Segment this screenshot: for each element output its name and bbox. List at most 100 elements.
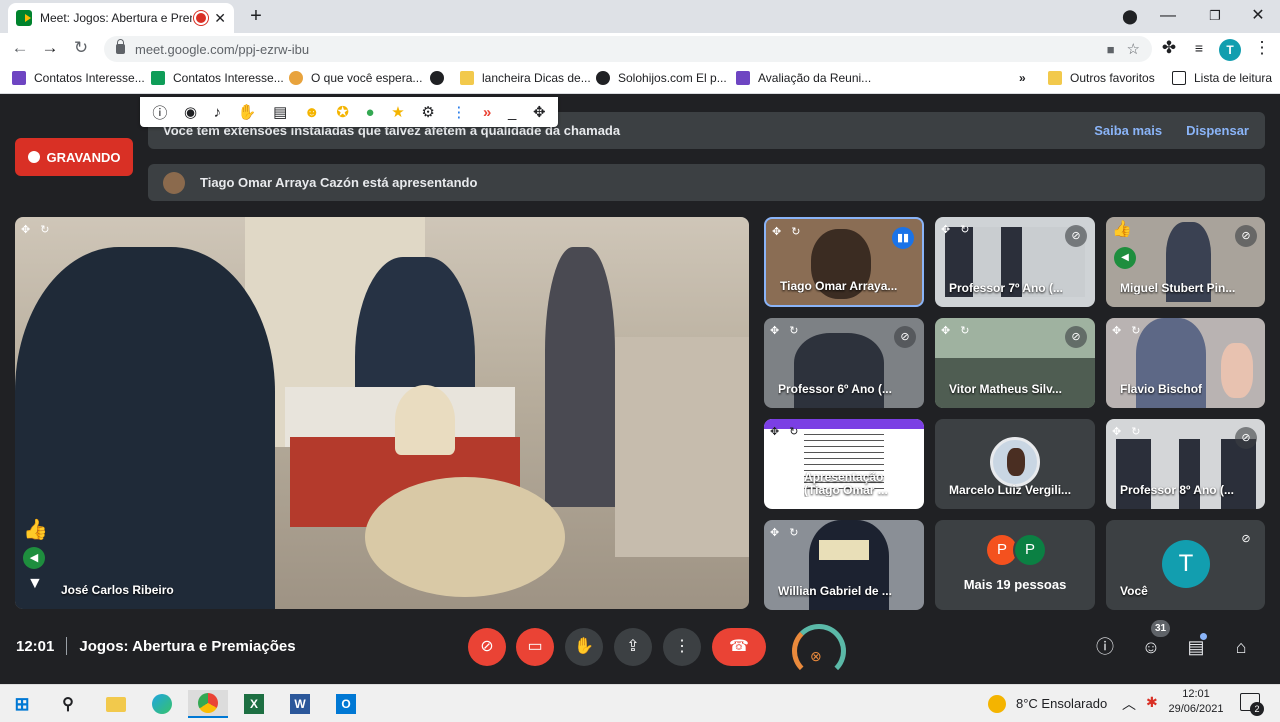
- learn-more-link[interactable]: Saiba mais: [1094, 123, 1162, 138]
- participant-tile[interactable]: ✥↻ ⊘ Vitor Matheus Silv...: [935, 318, 1095, 408]
- extensions-icon[interactable]: ✤: [1157, 36, 1181, 60]
- participant-tile[interactable]: ✥↻ Flavio Bischof: [1106, 318, 1265, 408]
- minimize-toolbar-icon[interactable]: _: [508, 104, 516, 121]
- chat-icon[interactable]: ●: [366, 104, 375, 121]
- participant-tile[interactable]: ✥↻ Willian Gabriel de ...: [764, 520, 924, 610]
- self-tile[interactable]: T ⊘ Você: [1106, 520, 1265, 610]
- meeting-details-icon[interactable]: ⓘ: [1092, 634, 1118, 660]
- mic-toggle-button[interactable]: ⊘: [468, 628, 506, 666]
- tile-controls-icon[interactable]: ✥↻: [1112, 324, 1150, 337]
- leave-call-button[interactable]: ☎: [712, 628, 766, 666]
- reload-icon[interactable]: ↻: [69, 36, 93, 60]
- participant-video: [1116, 439, 1256, 509]
- bookmark-item[interactable]: Solohijos.com El p...: [596, 71, 727, 85]
- clipboard-icon[interactable]: ▤: [273, 103, 287, 121]
- outlook-icon[interactable]: O: [326, 690, 366, 718]
- raise-hand-button[interactable]: ✋: [565, 628, 603, 666]
- tray-chevron-icon[interactable]: ︿: [1122, 694, 1136, 714]
- tile-controls-icon[interactable]: ✥↻: [770, 324, 808, 337]
- pin-icon[interactable]: ▼: [27, 575, 43, 593]
- participant-tile[interactable]: 👍 ◀ ⊘ Miguel Stubert Pin...: [1106, 217, 1265, 307]
- activities-icon[interactable]: ⌂: [1228, 634, 1254, 660]
- participant-tile[interactable]: ✥↻ ▮▮ Tiago Omar Arraya...: [764, 217, 924, 307]
- participant-avatar: P: [1015, 535, 1045, 565]
- network-gauge[interactable]: ⊗: [792, 624, 846, 678]
- excel-icon[interactable]: X: [234, 690, 274, 718]
- camera-icon[interactable]: ■: [1107, 42, 1115, 57]
- back-icon[interactable]: ←: [8, 36, 32, 60]
- start-icon[interactable]: ⊞: [2, 690, 42, 718]
- address-bar[interactable]: meet.google.com/ppj-ezrw-ibu ■ ☆: [104, 36, 1152, 62]
- chrome-icon[interactable]: [188, 690, 228, 718]
- bookmark-item[interactable]: O que você espera...: [289, 71, 422, 85]
- bookmark-item[interactable]: Avaliação da Reuni...: [736, 71, 871, 85]
- tile-controls-icon[interactable]: ✥↻: [21, 223, 59, 236]
- move-icon[interactable]: ✥: [533, 103, 546, 121]
- presenting-banner: Tiago Omar Arraya Cazón está apresentand…: [148, 164, 1265, 201]
- settings-icon[interactable]: ⚙: [421, 103, 434, 121]
- more-options-button[interactable]: ⋮: [663, 628, 701, 666]
- expand-icon[interactable]: »: [483, 104, 491, 121]
- new-tab-icon[interactable]: +: [244, 4, 268, 28]
- reading-list[interactable]: Lista de leitura: [1172, 71, 1272, 85]
- minimize-icon[interactable]: —: [1156, 4, 1180, 28]
- tab-search-icon[interactable]: ⬤: [1118, 4, 1142, 28]
- tile-controls-icon[interactable]: ✥↻: [770, 425, 808, 438]
- speaker-icon[interactable]: ♪: [214, 104, 222, 121]
- chat-notification-dot: [1200, 633, 1207, 640]
- other-favorites[interactable]: Outros favoritos: [1048, 71, 1155, 85]
- info-icon[interactable]: ⓘ: [152, 102, 167, 123]
- file-explorer-icon[interactable]: [96, 690, 136, 718]
- forward-icon[interactable]: →: [38, 36, 62, 60]
- participant-tile[interactable]: ✥↻ ⊘ Professor 7º Ano (...: [935, 217, 1095, 307]
- tile-controls-icon[interactable]: ✥↻: [941, 223, 979, 236]
- star-icon[interactable]: ★: [391, 103, 404, 121]
- participant-name: Apresentação (Tiago Omar ...: [804, 471, 888, 497]
- bookmarks-overflow-icon[interactable]: »: [1019, 71, 1026, 85]
- main-video-tile[interactable]: ✥↻ 👍 ◀ ▼ José Carlos Ribeiro: [15, 217, 749, 609]
- scarf: [819, 540, 869, 560]
- emoji-icon[interactable]: ☻: [304, 104, 320, 121]
- bookmark-item[interactable]: lancheira Dicas de...: [460, 71, 591, 85]
- raise-hand-icon[interactable]: ✋: [238, 103, 257, 121]
- search-icon[interactable]: ⚲: [48, 690, 88, 718]
- notifications-badge: 2: [1250, 702, 1264, 716]
- close-tab-icon[interactable]: ✕: [214, 10, 226, 27]
- profile-avatar[interactable]: T: [1219, 39, 1241, 61]
- weather-widget[interactable]: 8°C Ensolarado: [1016, 696, 1107, 711]
- clock[interactable]: 12:01 29/06/2021: [1168, 687, 1224, 717]
- participant-tile[interactable]: ✥↻ ⊘ Professor 6º Ano (...: [764, 318, 924, 408]
- present-button[interactable]: ⇪: [614, 628, 652, 666]
- eye-icon[interactable]: ◉: [184, 103, 197, 121]
- chrome-menu-icon[interactable]: ⋮: [1250, 36, 1274, 60]
- tile-controls-icon[interactable]: ✥↻: [1112, 425, 1150, 438]
- bookmark-icon: [12, 71, 26, 85]
- browser-tab[interactable]: Meet: Jogos: Abertura e Pren ✕: [8, 3, 234, 33]
- restore-icon[interactable]: ❐: [1203, 4, 1227, 28]
- bookmark-item[interactable]: Contatos Interesse...: [12, 71, 145, 85]
- presentation-tile[interactable]: ✥↻ Apresentação (Tiago Omar ...: [764, 419, 924, 509]
- badge-icon[interactable]: ✪: [336, 103, 349, 121]
- media-icon[interactable]: ≡: [1187, 36, 1211, 60]
- camera-toggle-button[interactable]: ▭: [516, 628, 554, 666]
- dismiss-button[interactable]: Dispensar: [1186, 123, 1249, 138]
- tile-controls-icon[interactable]: ✥↻: [770, 526, 808, 539]
- participant-name: Professor 6º Ano (...: [778, 382, 892, 396]
- tile-controls-icon[interactable]: ✥↻: [772, 225, 810, 238]
- bookmark-item[interactable]: [430, 71, 452, 85]
- more-participants-tile[interactable]: P P Mais 19 pessoas: [935, 520, 1095, 610]
- bookmark-star-icon[interactable]: ☆: [1127, 40, 1140, 58]
- close-window-icon[interactable]: ✕: [1246, 4, 1270, 28]
- participant-tile[interactable]: Marcelo Luiz Vergili...: [935, 419, 1095, 509]
- tile-controls-icon[interactable]: ✥↻: [941, 324, 979, 337]
- word-icon[interactable]: W: [280, 690, 320, 718]
- clock-time: 12:01: [1182, 688, 1210, 700]
- tray-app-icon[interactable]: ✱: [1146, 694, 1158, 711]
- more-icon[interactable]: ⋮: [451, 103, 466, 121]
- bookmark-item[interactable]: Contatos Interesse...: [151, 71, 284, 85]
- edge-icon[interactable]: [142, 690, 182, 718]
- participant-tile[interactable]: ✥↻ ⊘ Professor 8º Ano (...: [1106, 419, 1265, 509]
- recording-badge[interactable]: GRAVANDO: [15, 138, 133, 176]
- people-icon[interactable]: ☺: [1138, 634, 1164, 660]
- child-figure: [545, 247, 615, 507]
